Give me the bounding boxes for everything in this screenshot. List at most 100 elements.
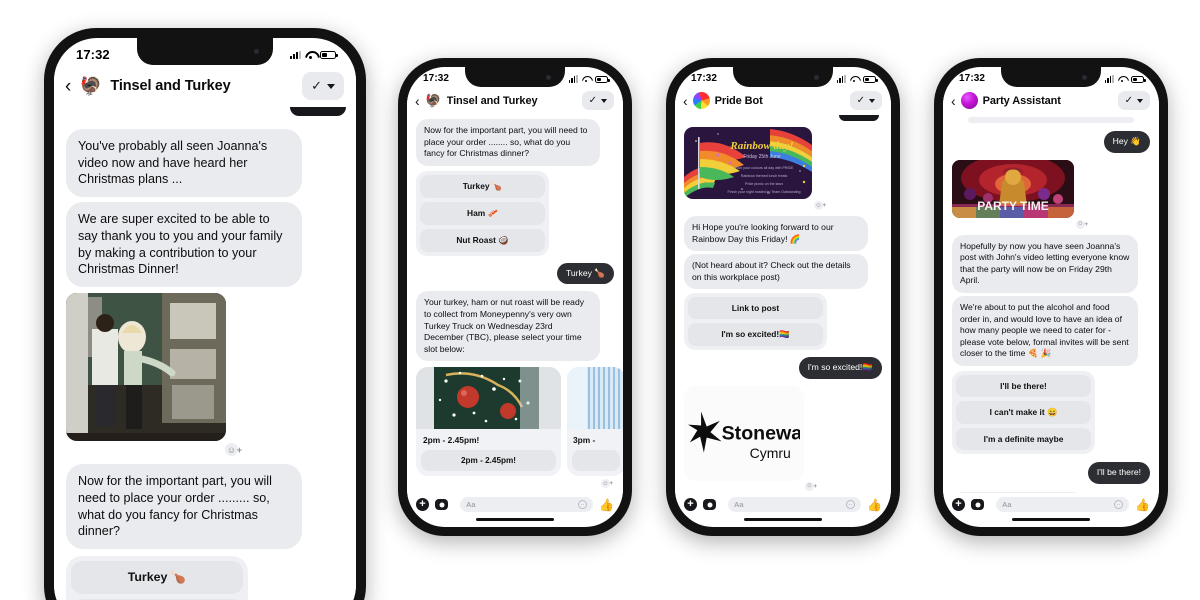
phone-mockup-party-assistant: 17:32 ‹ Party Assistant ✓ Hey 👋 PARTY TI…	[934, 58, 1168, 536]
home-indicator	[943, 515, 1159, 527]
thumbs-up-icon[interactable]: 👍	[599, 498, 614, 512]
quick-reply-ill-be-there[interactable]: I'll be there!	[956, 374, 1091, 397]
phone-screen: 17:32 ‹ 🦃 Tinsel and Turkey ✓ You've pro…	[54, 38, 356, 600]
plus-icon[interactable]: +	[952, 498, 965, 511]
party-time-gif[interactable]: PARTY TIME	[952, 159, 1074, 218]
back-icon[interactable]: ‹	[415, 94, 420, 108]
add-reaction-icon[interactable]: ☺	[601, 479, 613, 489]
add-reaction-icon[interactable]: ☺	[814, 201, 826, 210]
quick-reply-ham[interactable]: Ham 🥓	[420, 201, 545, 225]
add-reaction-icon[interactable]: ☺	[805, 481, 817, 491]
quick-reply-cant-make-it[interactable]: I can't make it 😄	[956, 400, 1091, 424]
status-bar: 17:32	[54, 38, 356, 65]
add-reaction-row[interactable]: ☺	[952, 219, 1088, 229]
back-icon[interactable]: ‹	[65, 77, 71, 96]
battery-icon	[863, 75, 878, 83]
quick-reply-definite-maybe[interactable]: I'm a definite maybe	[956, 427, 1091, 450]
incoming-message: (Not heard about it? Check out the detai…	[684, 254, 869, 290]
header-action-button[interactable]: ✓	[849, 91, 882, 110]
thumbs-up-icon[interactable]: 👍	[1135, 498, 1150, 512]
party-avatar[interactable]	[960, 92, 978, 109]
christmas-baubles-image	[416, 367, 561, 430]
add-reaction-row[interactable]: ☺	[684, 201, 826, 210]
message-row: We're about to put the alcohol and food …	[952, 295, 1150, 366]
rainbow-day-poster[interactable]: Rainbow day! Friday 25th June Pour your …	[684, 127, 812, 199]
add-reaction-row[interactable]: ☺	[684, 481, 817, 491]
message-thread[interactable]: Rainbow day! Friday 25th June Pour your …	[675, 115, 891, 493]
time-slot-title: 2pm - 2.45pm!	[423, 435, 480, 446]
quick-reply-turkey[interactable]: Turkey 🍗	[420, 174, 545, 198]
svg-text:Pour your colours all day with: Pour your colours all day with PRIDE	[735, 166, 795, 170]
pride-avatar[interactable]	[692, 92, 710, 109]
thumbs-up-icon[interactable]: 👍	[867, 498, 882, 512]
time-slot-button-wrap	[567, 450, 623, 476]
message-row: Stonewall Cymru	[684, 385, 882, 481]
time-slot-select-button[interactable]	[572, 450, 620, 472]
time-slot-card[interactable]: 3pm -	[567, 367, 623, 477]
message-composer[interactable]: + Aa 👍	[407, 493, 623, 515]
emoji-icon[interactable]	[846, 500, 856, 509]
message-row: Rainbow day! Friday 25th June Pour your …	[684, 127, 882, 199]
message-thread[interactable]: You've probably all seen Joanna's video …	[54, 107, 356, 600]
card-artwork	[416, 367, 561, 430]
wifi-icon	[305, 51, 316, 59]
back-icon[interactable]: ‹	[951, 94, 956, 108]
camera-icon[interactable]	[971, 499, 984, 510]
svg-text:Stonewall: Stonewall	[722, 423, 800, 445]
add-reaction-icon[interactable]: ☺	[1076, 219, 1088, 229]
header-action-button[interactable]: ✓	[1117, 91, 1150, 110]
message-composer[interactable]: + Aa 👍	[675, 493, 891, 515]
camera-icon[interactable]	[435, 499, 448, 510]
kitchen-scene-gif[interactable]	[66, 293, 226, 442]
message-thread[interactable]: Hey 👋 PARTY TIME ☺ + Hopefully by now yo…	[943, 115, 1159, 493]
signal-icon	[568, 74, 578, 83]
time-slot-carousel[interactable]: 2pm - 2.45pm! 2pm - 2.45pm! 3pm -	[416, 367, 623, 477]
status-bar: 17:32	[407, 67, 623, 86]
poster-artwork: Rainbow day! Friday 25th June Pour your …	[684, 127, 812, 199]
camera-icon[interactable]	[703, 499, 716, 510]
incoming-message: You've probably all seen Joanna's video …	[66, 129, 303, 198]
emoji-icon[interactable]	[1114, 500, 1124, 509]
message-input[interactable]: Aa	[996, 497, 1130, 512]
add-reaction-row[interactable]: ☺	[66, 443, 242, 457]
turkey-avatar[interactable]: 🦃	[425, 92, 442, 109]
turkey-avatar[interactable]: 🦃	[78, 74, 103, 99]
status-clock: 17:32	[691, 73, 718, 84]
chevron-down-icon	[1137, 98, 1143, 103]
phone-mockup-turkey-order: 17:32 ‹ 🦃 Tinsel and Turkey ✓ Now for th…	[398, 58, 632, 536]
check-icon: ✓	[588, 95, 597, 106]
outgoing-message: I'm so excited!🏳️‍🌈	[798, 357, 882, 379]
time-slot-card[interactable]: 2pm - 2.45pm! 2pm - 2.45pm!	[416, 367, 561, 477]
signal-icon	[836, 74, 846, 83]
header-action-button[interactable]: ✓	[581, 91, 614, 110]
quick-reply-nut-roast[interactable]: Nut Roast 🥥	[420, 228, 545, 252]
quick-reply-so-excited[interactable]: I'm so excited!🏳️‍🌈	[688, 323, 823, 347]
plus-icon[interactable]: +	[416, 498, 429, 511]
add-reaction-icon[interactable]: ☺	[225, 443, 242, 457]
input-placeholder: Aa	[1002, 500, 1012, 509]
back-icon[interactable]: ‹	[683, 94, 688, 108]
add-reaction-row[interactable]: ☺	[416, 479, 614, 489]
chat-title: Party Assistant	[982, 94, 1061, 107]
header-action-button[interactable]: ✓	[302, 72, 344, 100]
check-icon: ✓	[311, 78, 322, 93]
plus-icon[interactable]: +	[684, 498, 697, 511]
chat-header: ‹ Party Assistant ✓	[943, 86, 1159, 115]
wifi-icon	[850, 76, 859, 83]
message-input[interactable]: Aa	[728, 497, 862, 512]
quick-reply-link-to-post[interactable]: Link to post	[688, 297, 823, 320]
message-thread[interactable]: Now for the important part, you will nee…	[407, 115, 623, 493]
incoming-message: We're about to put the alcohol and food …	[952, 295, 1139, 366]
quick-reply-group: I'll be there! I can't make it 😄 I'm a d…	[952, 370, 1095, 454]
check-icon: ✓	[1124, 95, 1133, 106]
phone-mockup-pride-bot: 17:32 ‹ Pride Bot ✓ Rainbow day! Friday …	[666, 58, 900, 536]
quick-reply-turkey[interactable]: Turkey 🍗	[71, 561, 243, 595]
message-row: Thanks for letting us know! ❤️	[952, 491, 1150, 493]
svg-text:Friday 25th June: Friday 25th June	[743, 154, 780, 160]
message-input[interactable]: Aa	[460, 497, 594, 512]
message-composer[interactable]: + Aa 👍	[943, 493, 1159, 515]
emoji-icon[interactable]	[578, 500, 588, 509]
time-slot-select-button[interactable]: 2pm - 2.45pm!	[421, 450, 556, 472]
stonewall-cymru-logo[interactable]: Stonewall Cymru	[684, 385, 804, 481]
message-row-outgoing: Turkey 🍗	[416, 262, 614, 285]
